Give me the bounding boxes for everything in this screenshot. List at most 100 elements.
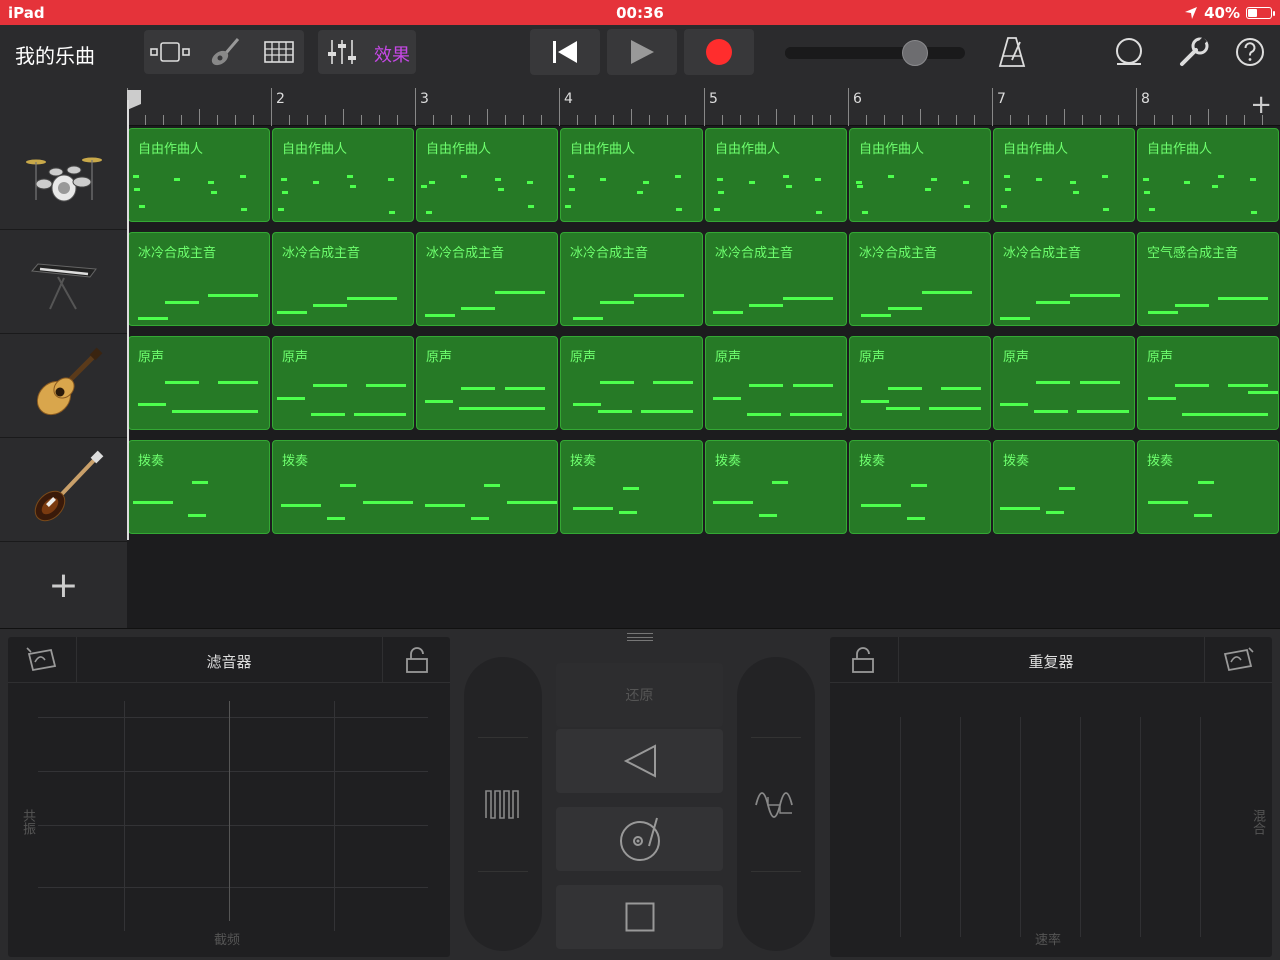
region-bass-guitar[interactable]: 拨奏 (849, 440, 991, 534)
help-button[interactable] (1228, 30, 1272, 74)
region-bass-guitar[interactable]: 拨奏 (272, 440, 558, 534)
tracks-view-button[interactable] (148, 30, 192, 74)
master-volume-slider[interactable] (785, 40, 965, 66)
keyboard-icon (30, 262, 97, 309)
region-acoustic-guitar[interactable]: 原声 (705, 336, 847, 430)
region-name: 自由作曲人 (138, 142, 204, 157)
region-keyboard[interactable]: 冰冷合成主音 (416, 232, 558, 326)
region-drum-kit[interactable]: 自由作曲人 (1137, 128, 1279, 222)
midi-note (1103, 208, 1109, 211)
region-keyboard[interactable]: 冰冷合成主音 (849, 232, 991, 326)
play-button[interactable] (607, 29, 677, 75)
region-drum-kit[interactable]: 自由作曲人 (560, 128, 703, 222)
midi-note (282, 191, 288, 194)
grid-line (38, 717, 428, 718)
repeater-column[interactable] (1140, 717, 1141, 937)
region-keyboard[interactable]: 冰冷合成主音 (993, 232, 1135, 326)
midi-note (718, 191, 724, 194)
region-acoustic-guitar[interactable]: 原声 (993, 336, 1135, 430)
midi-note (363, 501, 413, 504)
midi-note (461, 307, 495, 310)
region-bass-guitar[interactable]: 拨奏 (560, 440, 703, 534)
repeater-column[interactable] (1200, 717, 1201, 937)
ruler-tick (1262, 115, 1263, 125)
downsampler-pill[interactable] (737, 657, 815, 951)
region-drum-kit[interactable]: 自由作曲人 (416, 128, 558, 222)
region-drum-kit[interactable]: 自由作曲人 (849, 128, 991, 222)
reverse-button[interactable] (556, 729, 723, 793)
filter-cutoff-marker[interactable] (229, 701, 230, 921)
region-bass-guitar[interactable]: 拨奏 (128, 440, 270, 534)
region-acoustic-guitar[interactable]: 原声 (1137, 336, 1279, 430)
repeater-column[interactable] (900, 717, 901, 937)
region-acoustic-guitar[interactable]: 原声 (560, 336, 703, 430)
stop-button[interactable] (556, 885, 723, 949)
track-header-drums[interactable] (0, 126, 127, 230)
region-drum-kit[interactable]: 自由作曲人 (272, 128, 414, 222)
region-bass-guitar[interactable]: 拨奏 (705, 440, 847, 534)
reverse-triangle-icon (623, 744, 656, 778)
midi-note (340, 484, 356, 487)
scratch-button[interactable] (556, 807, 723, 871)
region-acoustic-guitar[interactable]: 原声 (272, 336, 414, 430)
region-keyboard[interactable]: 冰冷合成主音 (560, 232, 703, 326)
region-acoustic-guitar[interactable]: 原声 (416, 336, 558, 430)
region-acoustic-guitar[interactable]: 原声 (128, 336, 270, 430)
region-bass-guitar[interactable]: 拨奏 (993, 440, 1135, 534)
ruler-tick (1064, 109, 1065, 125)
region-acoustic-guitar[interactable]: 原声 (849, 336, 991, 430)
playhead[interactable] (127, 100, 129, 540)
repeater-column[interactable] (1020, 717, 1021, 937)
region-name: 冰冷合成主音 (1003, 246, 1082, 261)
repeater-column[interactable] (960, 717, 961, 937)
record-button[interactable] (684, 29, 754, 75)
restore-button[interactable]: 还原 (556, 663, 723, 727)
region-keyboard[interactable]: 冰冷合成主音 (705, 232, 847, 326)
midi-note (206, 410, 258, 413)
rewind-button[interactable] (530, 29, 600, 75)
midi-note (619, 511, 637, 514)
midi-note (133, 501, 173, 504)
region-name: 自由作曲人 (570, 142, 636, 157)
timeline-ruler[interactable]: + 12345678 (127, 82, 1280, 126)
filter-type-icon[interactable] (26, 647, 58, 673)
region-drum-kit[interactable]: 自由作曲人 (128, 128, 270, 222)
gate-pill[interactable] (464, 657, 542, 951)
add-track-button[interactable]: + (0, 542, 127, 628)
repeater-title: 重复器 (1028, 653, 1074, 671)
track-header-keyboard[interactable] (0, 230, 127, 334)
region-bass-guitar[interactable]: 拨奏 (1137, 440, 1279, 534)
fx-button[interactable]: 效果 (374, 41, 410, 67)
region-drum-kit[interactable]: 自由作曲人 (705, 128, 847, 222)
ruler-tick (1028, 115, 1029, 125)
master-volume-knob[interactable] (901, 40, 928, 66)
region-drum-kit[interactable]: 自由作曲人 (993, 128, 1135, 222)
midi-note (653, 381, 693, 384)
region-keyboard[interactable]: 空气感合成主音 (1137, 232, 1279, 326)
ruler-tick (1244, 115, 1245, 125)
track-header-bass[interactable] (0, 438, 127, 542)
instrument-browser-button[interactable] (203, 30, 247, 74)
tracks-area[interactable]: 自由作曲人 自由作曲人 自由作曲人 自由作曲人 自由作曲人 自由作曲人 自由作曲人 自由作曲人… (127, 126, 1280, 628)
midi-note (759, 514, 777, 517)
ruler-tick (685, 115, 686, 125)
unlock-icon[interactable] (852, 647, 874, 673)
region-keyboard[interactable]: 冰冷合成主音 (128, 232, 270, 326)
region-keyboard[interactable]: 冰冷合成主音 (272, 232, 414, 326)
midi-note (623, 487, 639, 490)
repeater-column[interactable] (1080, 717, 1081, 937)
filter-xy-pad[interactable] (38, 701, 428, 931)
loop-browser-button[interactable] (1107, 30, 1151, 74)
unlock-icon[interactable] (406, 647, 428, 673)
metronome-button[interactable] (990, 30, 1034, 74)
repeater-type-icon[interactable] (1222, 647, 1254, 673)
track-header-acoustic-guitar[interactable] (0, 334, 127, 438)
smart-controls-grabber[interactable] (627, 633, 653, 641)
midi-note (528, 205, 534, 208)
ruler-tick (199, 109, 200, 125)
song-title[interactable]: 我的乐曲 (15, 40, 95, 69)
mixer-button[interactable] (320, 30, 364, 74)
loops-grid-button[interactable] (257, 30, 301, 74)
ruler-tick (1010, 115, 1011, 125)
settings-button[interactable] (1172, 30, 1216, 74)
